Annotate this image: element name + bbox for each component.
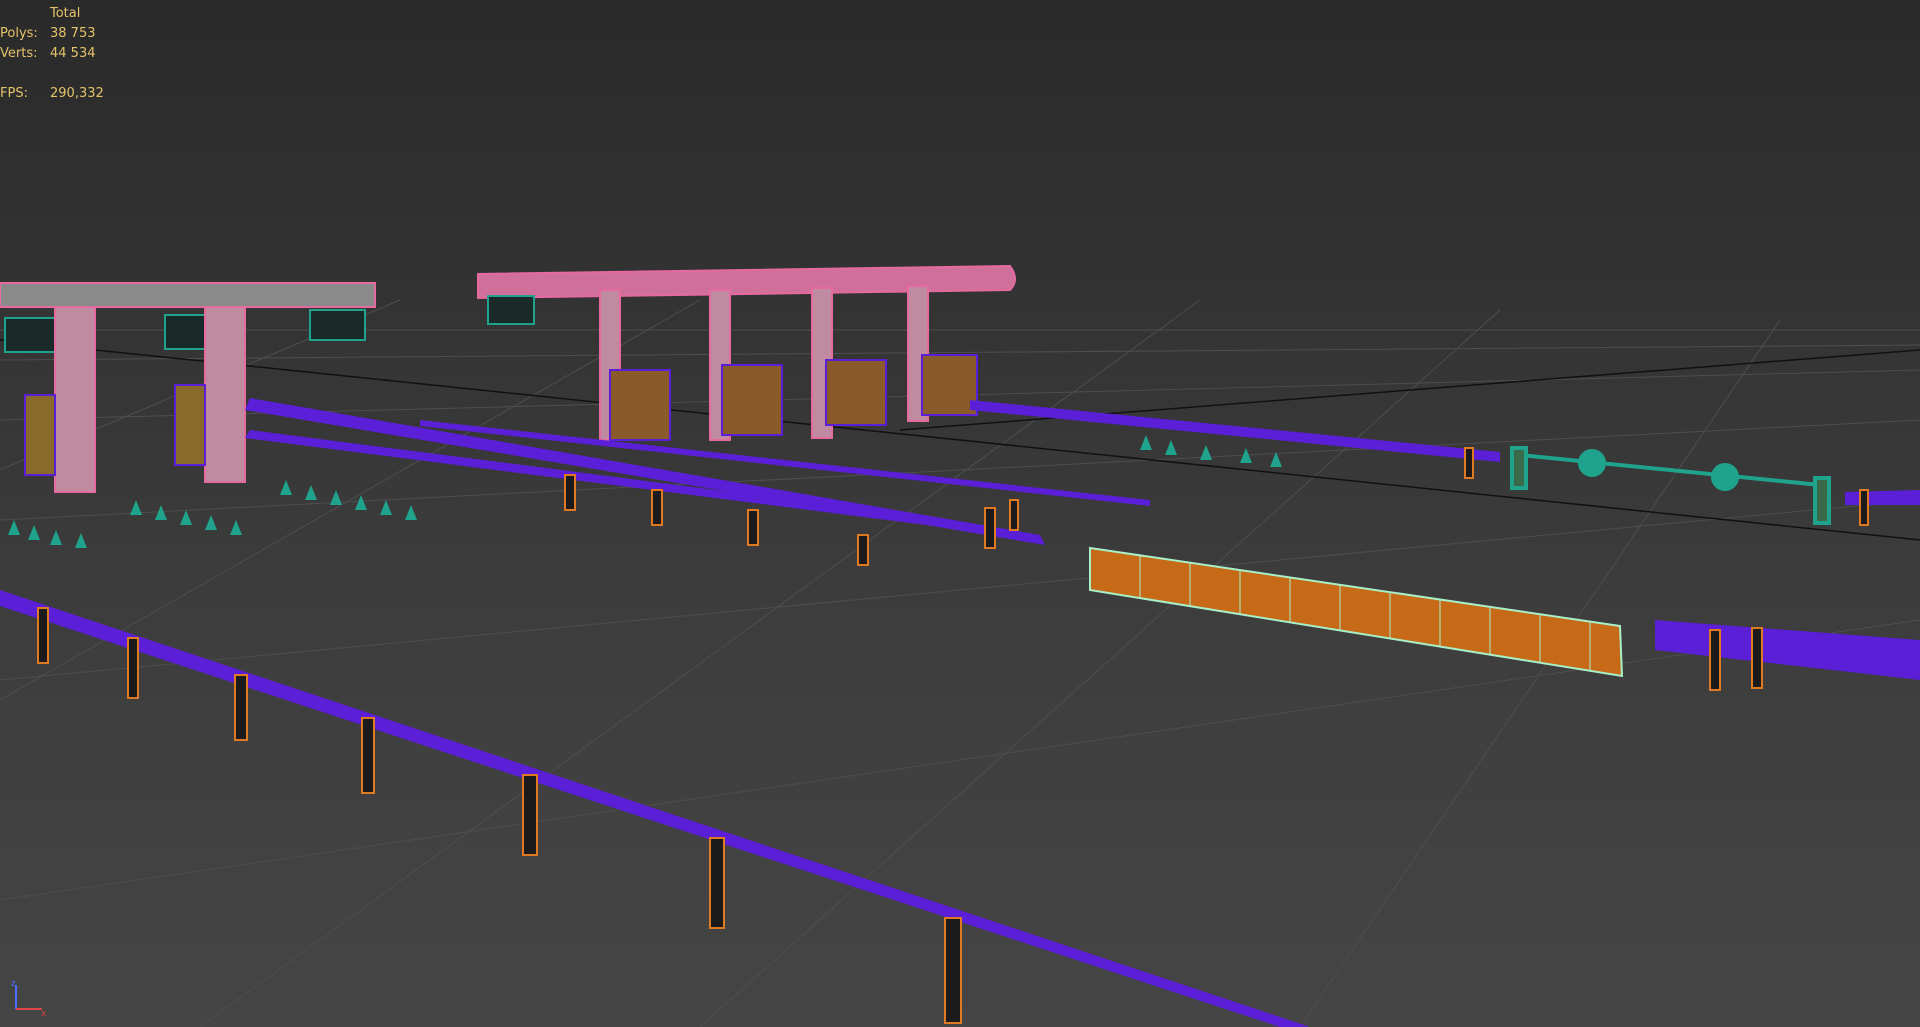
axis-x-label: x	[41, 1009, 47, 1017]
3d-viewport[interactable]	[0, 0, 1920, 1027]
verts-label: Verts:	[0, 46, 38, 61]
axis-gizmo-icon: z x	[11, 979, 47, 1017]
fps-value: 290,332	[50, 86, 104, 101]
guardrail-posts[interactable]	[37, 447, 1869, 1024]
stats-header: Total	[50, 6, 81, 21]
viewport-statistics: Total Polys: 38 753 Verts: 44 534 FPS: 290,…	[0, 4, 104, 104]
jersey-barrier[interactable]	[1089, 546, 1624, 678]
fps-label: FPS:	[0, 86, 28, 101]
boom-barrier[interactable]	[1510, 446, 1831, 525]
canopy-left[interactable]	[0, 282, 376, 493]
toll-booths[interactable]	[609, 354, 978, 441]
verts-value: 44 534	[50, 46, 96, 61]
polys-value: 38 753	[50, 26, 96, 41]
axis-z-label: z	[11, 979, 16, 989]
polys-label: Polys:	[0, 26, 38, 41]
